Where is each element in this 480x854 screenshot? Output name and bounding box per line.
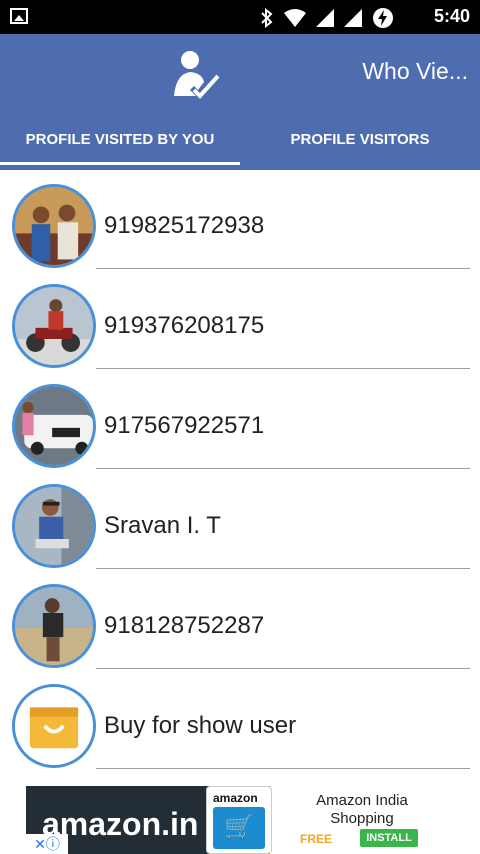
- divider: [96, 468, 470, 469]
- tab-indicator: [0, 162, 240, 165]
- contact-name: Buy for show user: [104, 712, 297, 739]
- divider: [96, 768, 470, 769]
- image-icon: [10, 8, 28, 24]
- app-title: Who Vie...: [362, 58, 468, 84]
- status-bar: 5:40: [0, 0, 480, 34]
- ad-banner[interactable]: amazon.in amazon 🛒 Amazon India Shopping…: [0, 786, 480, 854]
- list-item[interactable]: 917567922571: [0, 376, 480, 476]
- status-icons: [260, 7, 394, 29]
- list-item[interactable]: 919825172938: [0, 176, 480, 276]
- ad-price: FREE: [300, 832, 333, 846]
- bluetooth-icon: [261, 8, 273, 28]
- avatar: [12, 284, 96, 368]
- contact-name: 917567922571: [104, 412, 265, 439]
- contact-name: Sravan I. T: [104, 512, 221, 539]
- list-item[interactable]: 919376208175: [0, 276, 480, 376]
- avatar: [12, 484, 96, 568]
- contact-name: 919825172938: [104, 212, 265, 239]
- app-bar: Who Vie... PROFILE VISITED BY YOU PROFIL…: [0, 34, 480, 170]
- tab-label: PROFILE VISITED BY YOU: [25, 131, 215, 148]
- tab-label: PROFILE VISITORS: [290, 131, 430, 148]
- shopping-bag-icon: [15, 687, 93, 765]
- contact-name: 919376208175: [104, 312, 265, 339]
- battery-charging-icon: [373, 8, 393, 28]
- wifi-icon: [284, 9, 306, 27]
- amazon-app-icon: amazon 🛒: [206, 786, 272, 854]
- install-button[interactable]: INSTALL: [360, 829, 418, 847]
- list-item-buy[interactable]: Buy for show user: [0, 676, 480, 776]
- avatar: [12, 384, 96, 468]
- list-item[interactable]: Sravan I. T: [0, 476, 480, 576]
- adchoices-icon[interactable]: ✕ⓘ: [26, 834, 68, 854]
- clock: 5:40: [433, 6, 470, 26]
- visited-list: 919825172938 919376208175 917567922571 S…: [0, 176, 480, 776]
- user-check-icon: [174, 51, 220, 99]
- divider: [96, 568, 470, 569]
- contact-name: 918128752287: [104, 612, 265, 639]
- cart-icon: 🛒: [213, 807, 265, 849]
- list-item[interactable]: 918128752287: [0, 576, 480, 676]
- divider: [96, 668, 470, 669]
- signal-icon: [316, 9, 334, 27]
- avatar: [12, 184, 96, 268]
- signal-icon: [344, 9, 362, 27]
- divider: [96, 368, 470, 369]
- avatar: [12, 684, 96, 768]
- avatar: [12, 584, 96, 668]
- divider: [96, 268, 470, 269]
- app-icon-label: amazon: [213, 791, 258, 805]
- ad-title: Amazon India Shopping: [316, 792, 408, 827]
- tab-profile-visitors[interactable]: PROFILE VISITORS: [240, 130, 480, 170]
